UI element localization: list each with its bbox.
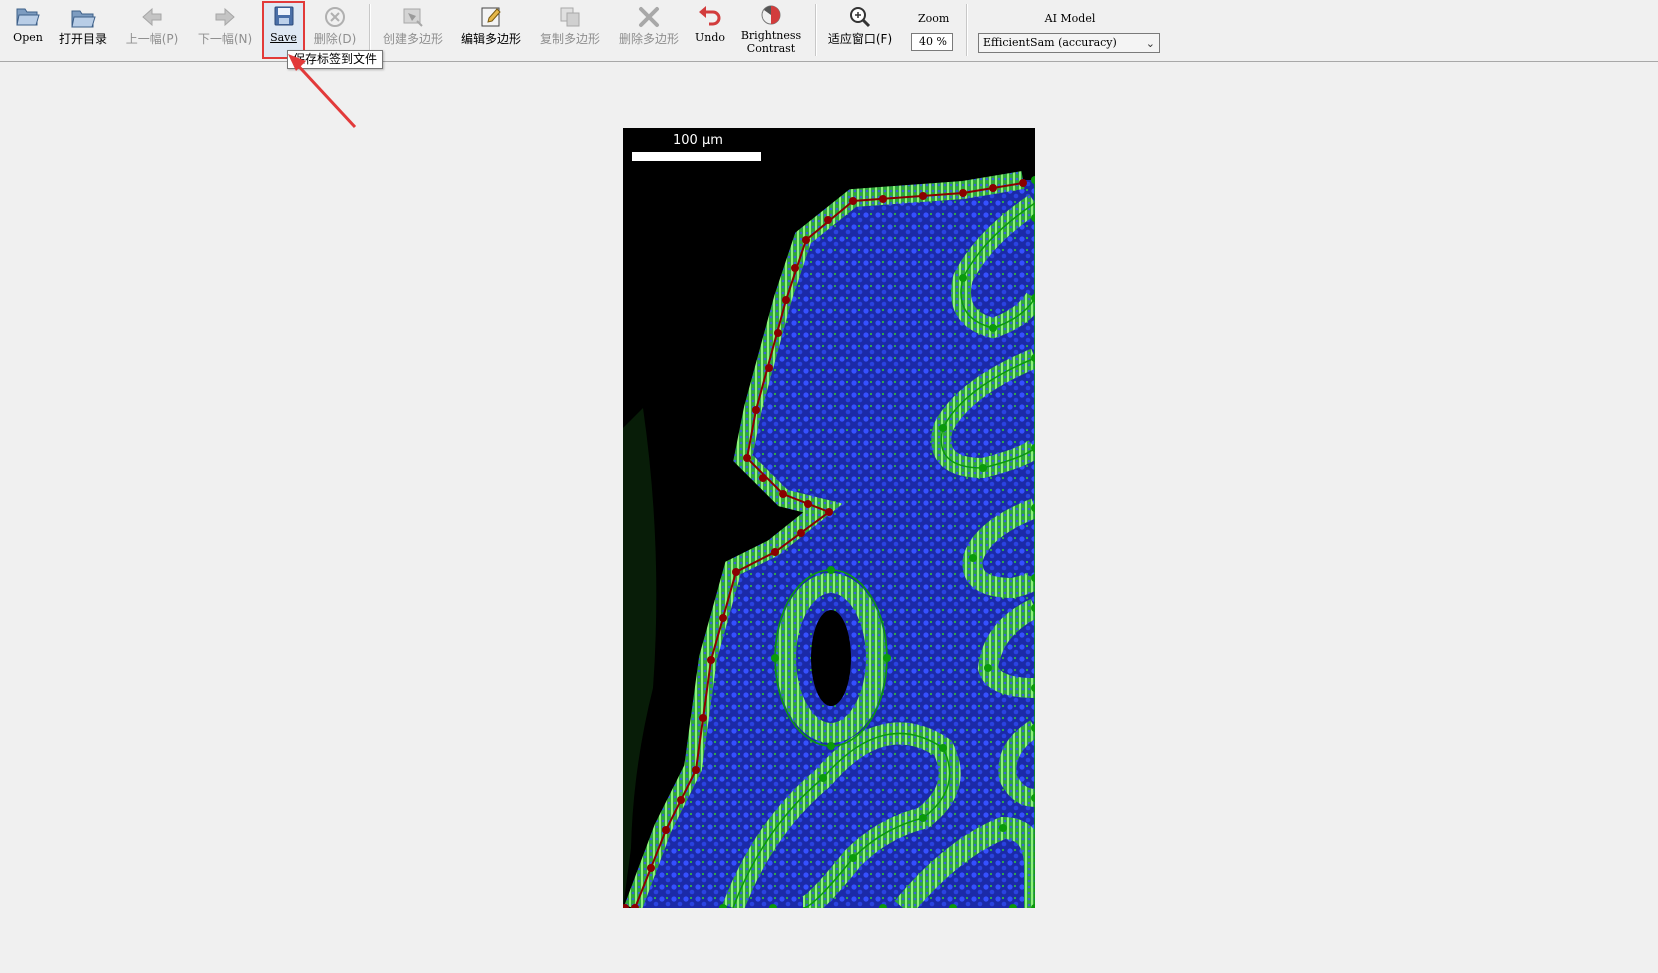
brightness-label: Brightness xyxy=(740,29,802,42)
ai-model-label: AI Model xyxy=(1044,12,1096,25)
floppy-disk-icon xyxy=(274,6,293,26)
folder-open-icon xyxy=(16,8,40,26)
save-label: Save xyxy=(270,31,297,44)
microscopy-image[interactable] xyxy=(621,128,1046,919)
arrow-left-icon xyxy=(142,7,162,27)
next-image-label: 下一幅(N) xyxy=(197,32,253,46)
edit-polygon-icon xyxy=(481,7,501,27)
open-button[interactable]: Open xyxy=(10,2,46,58)
zoom-label: Zoom xyxy=(918,12,950,25)
contrast-label: Contrast xyxy=(746,42,796,55)
microscopy-render xyxy=(621,128,1046,919)
edit-polygon-button[interactable]: 编辑多边形 xyxy=(458,2,524,58)
circle-x-icon xyxy=(325,7,345,27)
folder-open-icon xyxy=(71,10,96,28)
toolbar-separator xyxy=(966,4,968,56)
arrow-right-icon xyxy=(215,7,235,27)
undo-arrow-icon xyxy=(699,6,721,26)
undo-label: Undo xyxy=(694,31,726,44)
toolbar-separator xyxy=(815,4,817,56)
scale-bar xyxy=(632,152,761,161)
fit-window-label: 适应窗口(F) xyxy=(827,32,893,46)
toolbar: Open 打开目录 上一幅(P) 下一幅(N) Save 删除(D) 创建多边形… xyxy=(0,0,1658,62)
zoom-fit-icon xyxy=(850,7,871,28)
copy-polygon-button[interactable]: 复制多边形 xyxy=(537,2,603,58)
delete-polygon-button[interactable]: 删除多边形 xyxy=(616,2,682,58)
toolbar-separator xyxy=(369,4,371,56)
create-polygon-icon xyxy=(403,8,423,27)
undo-button[interactable]: Undo xyxy=(693,2,727,58)
next-image-button[interactable]: 下一幅(N) xyxy=(197,2,253,58)
edit-polygon-label: 编辑多边形 xyxy=(460,32,521,46)
ai-model-selected: EfficientSam (accuracy) xyxy=(983,36,1117,49)
chevron-down-icon: ⌄ xyxy=(1145,37,1155,50)
open-dir-button[interactable]: 打开目录 xyxy=(56,2,110,58)
create-polygon-label: 创建多边形 xyxy=(382,32,443,46)
prev-image-button[interactable]: 上一幅(P) xyxy=(124,2,180,58)
copy-polygon-label: 复制多边形 xyxy=(539,32,600,46)
brightness-contrast-icon xyxy=(761,5,781,25)
annotation-arrow-icon xyxy=(288,54,357,129)
open-label: Open xyxy=(13,31,43,44)
fit-window-button[interactable]: 适应窗口(F) xyxy=(825,2,895,58)
brightness-contrast-button[interactable]: Brightness Contrast xyxy=(738,2,804,58)
prev-image-label: 上一幅(P) xyxy=(125,32,179,46)
create-polygon-button[interactable]: 创建多边形 xyxy=(380,2,446,58)
scale-bar-label: 100 µm xyxy=(673,133,723,148)
open-dir-label: 打开目录 xyxy=(58,32,107,46)
delete-polygon-label: 删除多边形 xyxy=(618,32,679,46)
copy-polygon-icon xyxy=(560,7,580,27)
zoom-input[interactable]: 40 % xyxy=(911,33,953,51)
delete-polygon-icon xyxy=(639,7,659,27)
ai-model-select[interactable]: EfficientSam (accuracy) ⌄ xyxy=(978,33,1160,53)
